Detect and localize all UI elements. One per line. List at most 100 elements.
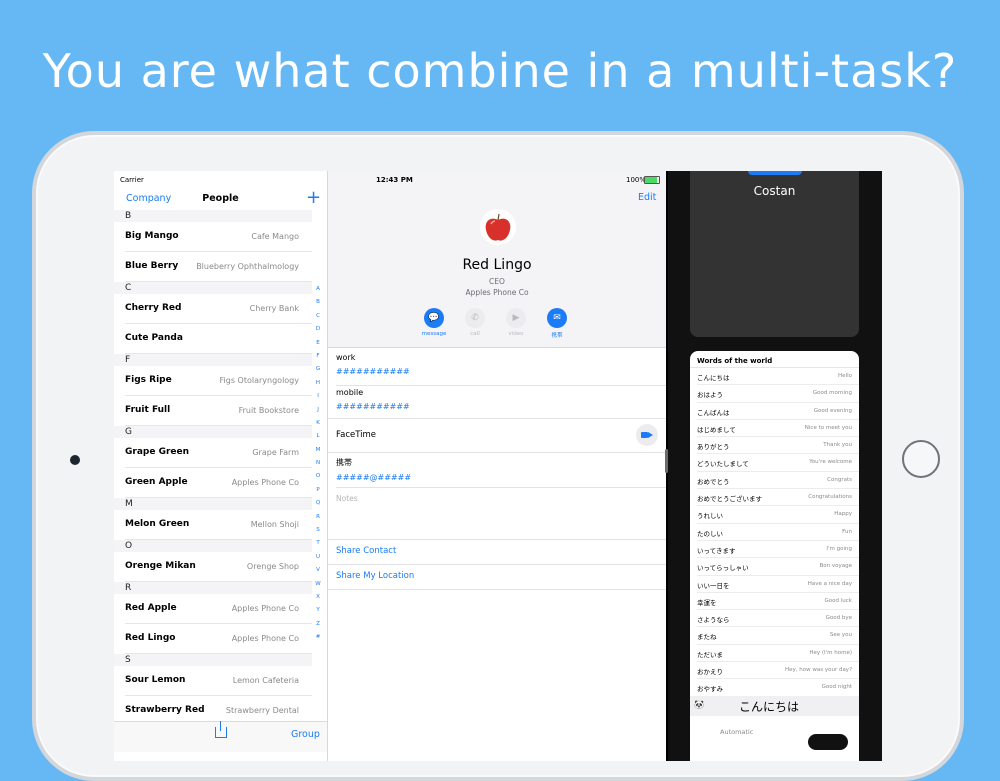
group-button[interactable]: Group <box>291 729 320 740</box>
toggle-pill[interactable] <box>808 734 848 750</box>
word-row[interactable]: またね See you <box>697 627 859 645</box>
index-letter[interactable]: B <box>313 296 323 309</box>
camera <box>70 455 80 465</box>
keyboard-text[interactable]: こんにちは <box>739 698 799 715</box>
contact-row[interactable]: Melon Green Mellon Shoji <box>125 510 312 540</box>
index-letter[interactable]: H <box>313 377 323 390</box>
contact-row[interactable]: Sour Lemon Lemon Cafeteria <box>125 666 312 696</box>
contact-row[interactable]: Blue Berry Blueberry Ophthalmology <box>125 252 312 282</box>
index-letter[interactable]: U <box>313 551 323 564</box>
contact-row-name: Sour Lemon <box>125 675 186 685</box>
word-row[interactable]: おめでとう Congrats <box>697 472 859 490</box>
word-english: Hey (I'm home) <box>809 649 852 656</box>
index-letter[interactable]: G <box>313 363 323 376</box>
words-title: Words of the world <box>690 351 859 368</box>
index-letter[interactable]: Z <box>313 618 323 631</box>
word-row[interactable]: たのしい Fun <box>697 524 859 541</box>
word-row[interactable]: どういたしまして You're welcome <box>697 454 859 472</box>
index-letter[interactable]: X <box>313 591 323 604</box>
index-letter[interactable]: K <box>313 417 323 430</box>
contact-row[interactable]: Red Apple Apples Phone Co <box>125 594 312 624</box>
contact-row[interactable]: Cherry Red Cherry Bank <box>125 294 312 324</box>
index-letter[interactable]: A <box>313 283 323 296</box>
contact-row[interactable]: Big Mango Cafe Mango <box>125 222 312 252</box>
word-row[interactable]: いい一日を Have a nice day <box>697 576 859 593</box>
work-field[interactable]: work ########### <box>336 353 666 386</box>
section-header: C <box>114 282 312 294</box>
word-japanese: ありがとう <box>697 443 730 452</box>
word-row[interactable]: はじめまして Nice to meet you <box>697 420 859 438</box>
costan-card[interactable]: Costan <box>690 171 859 337</box>
action-call[interactable]: ✆ call <box>462 308 488 337</box>
index-letter[interactable]: O <box>313 470 323 483</box>
section-header: M <box>114 498 312 510</box>
mobile-field[interactable]: mobile ########### <box>336 388 666 419</box>
share-icon[interactable] <box>215 721 227 738</box>
card-handle[interactable] <box>748 171 802 175</box>
word-row[interactable]: おかえり Hey, how was your day? <box>697 662 859 680</box>
notes-field[interactable]: Notes <box>336 494 358 503</box>
contact-row[interactable]: Red Lingo Apples Phone Co <box>125 624 312 654</box>
mobile-value[interactable]: ########### <box>336 402 666 411</box>
contact-row[interactable]: Figs Ripe Figs Otolaryngology <box>125 366 312 396</box>
index-letter[interactable]: M <box>313 444 323 457</box>
word-row[interactable]: うれしい Happy <box>697 506 859 524</box>
contact-row[interactable]: Grape Green Grape Farm <box>125 438 312 468</box>
share-contact-link[interactable]: Share Contact <box>336 546 396 556</box>
action-mail[interactable]: ✉ 携帯 <box>544 308 570 339</box>
contact-row[interactable]: Fruit Full Fruit Bookstore <box>125 396 312 426</box>
index-letter[interactable]: L <box>313 430 323 443</box>
contact-row-name: Melon Green <box>125 519 190 529</box>
word-row[interactable]: おはよう Good morning <box>697 385 859 403</box>
word-row[interactable]: 幸運を Good luck <box>697 593 859 611</box>
index-letter[interactable]: T <box>313 537 323 550</box>
index-letter[interactable]: # <box>313 631 323 644</box>
index-letter[interactable]: N <box>313 457 323 470</box>
index-letter[interactable]: Q <box>313 497 323 510</box>
index-letter[interactable]: Y <box>313 604 323 617</box>
index-letter[interactable]: E <box>313 337 323 350</box>
home-button[interactable] <box>902 440 940 478</box>
contact-row[interactable]: Orenge Mikan Orenge Shop <box>125 552 312 582</box>
separator <box>328 589 666 590</box>
keitai-value[interactable]: #####@##### <box>336 473 666 482</box>
word-row[interactable]: さようなら Good bye <box>697 610 859 628</box>
section-header: R <box>114 582 312 594</box>
work-value[interactable]: ########### <box>336 367 666 376</box>
word-row[interactable]: こんばんは Good evening <box>697 403 859 420</box>
action-label: video <box>508 331 524 337</box>
facetime-video-icon[interactable] <box>636 424 658 446</box>
share-location-link[interactable]: Share My Location <box>336 571 414 581</box>
word-row[interactable]: ただいま Hey (I'm home) <box>697 645 859 663</box>
word-row[interactable]: いってらっしゃい Bon voyage <box>697 558 859 576</box>
index-letter[interactable]: W <box>313 578 323 591</box>
word-japanese: いってきます <box>697 546 736 555</box>
word-row[interactable]: いってきます I'm going <box>697 541 859 559</box>
words-list: こんにちは Hello おはよう Good morning こんばんは Good even… <box>690 368 859 714</box>
index-letter[interactable]: R <box>313 511 323 524</box>
contact-row[interactable]: Green Apple Apples Phone Co <box>125 468 312 498</box>
index-letter[interactable]: D <box>313 323 323 336</box>
keitai-field[interactable]: 携帯 #####@##### <box>336 457 666 488</box>
add-contact-button[interactable]: + <box>306 187 321 208</box>
word-row[interactable]: ありがとう Thank you <box>697 437 859 455</box>
index-letter[interactable]: J <box>313 404 323 417</box>
word-row[interactable]: おやすみ Good night <box>697 679 859 697</box>
edit-button[interactable]: Edit <box>638 192 656 203</box>
message-icon: 💬 <box>424 308 444 328</box>
index-letter[interactable]: I <box>313 390 323 403</box>
index-letter[interactable]: C <box>313 310 323 323</box>
contact-row-company: Figs Otolaryngology <box>219 376 299 385</box>
index-letter[interactable]: P <box>313 484 323 497</box>
panda-icon[interactable]: 🐼 <box>694 700 704 709</box>
index-letter[interactable]: V <box>313 564 323 577</box>
contact-row-company: Mellon Shoji <box>250 520 299 529</box>
word-row[interactable]: おめでとうございます Congratulations <box>697 489 859 507</box>
word-row[interactable]: こんにちは Hello <box>697 368 859 386</box>
action-message[interactable]: 💬 message <box>421 308 447 337</box>
alphabet-index[interactable]: A B C D E F G H I J K L M N O P Q R S T U V W X Y Z # <box>313 283 323 645</box>
action-video[interactable]: ▶ video <box>503 308 529 337</box>
contact-row[interactable]: Cute Panda <box>125 324 312 354</box>
index-letter[interactable]: F <box>313 350 323 363</box>
index-letter[interactable]: S <box>313 524 323 537</box>
